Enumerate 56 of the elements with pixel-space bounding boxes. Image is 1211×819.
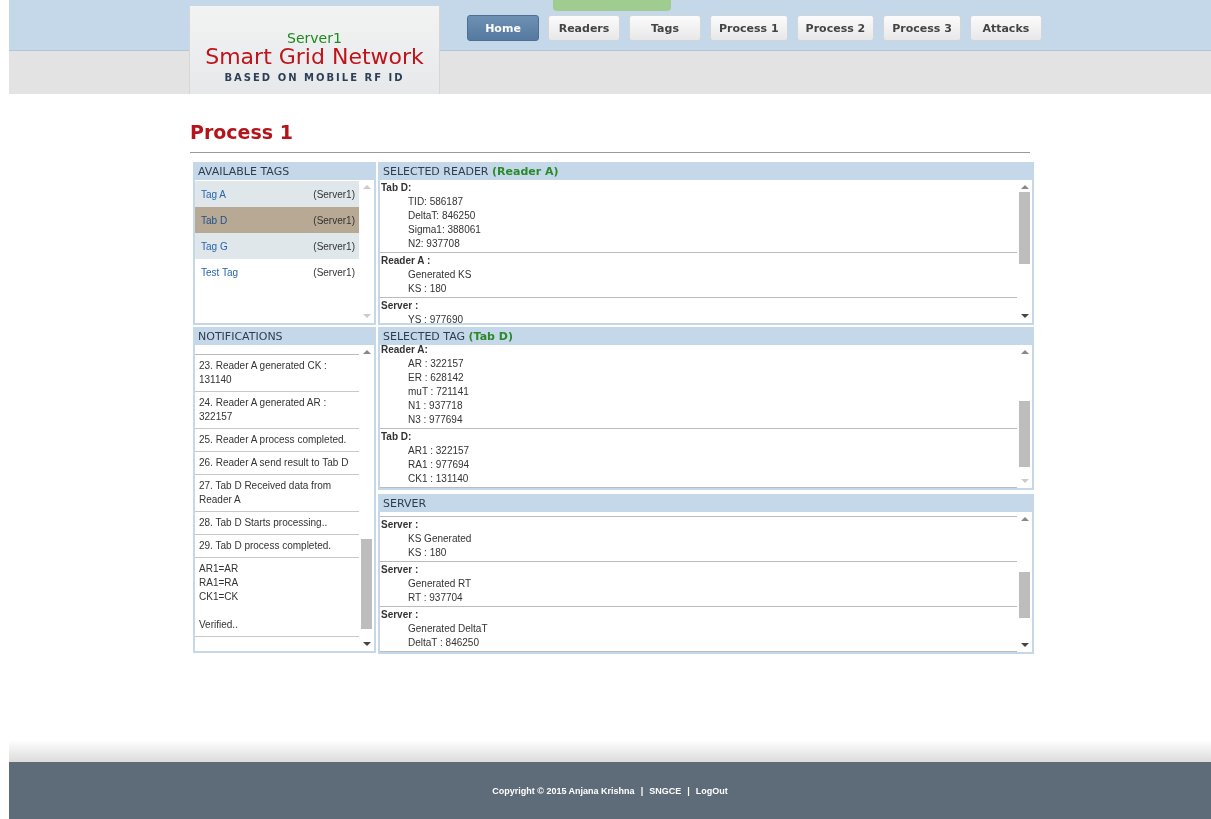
site-subtitle: BASED ON MOBILE RF ID <box>224 72 405 83</box>
value-line: N1 : 937718 <box>407 399 464 413</box>
panel-title: SELECTED TAG <box>383 330 466 343</box>
nav-tab[interactable]: Process 2 <box>796 15 875 41</box>
panel-title: NOTIFICATIONS <box>198 330 283 343</box>
value-line: YS : 977690 <box>407 313 465 323</box>
panel-title: SERVER <box>383 497 427 510</box>
nav-tab[interactable]: Tags <box>629 15 701 41</box>
nav-tab[interactable]: Process 3 <box>883 15 961 41</box>
value-line: Generated KS <box>407 268 473 282</box>
value-line: KS : 180 <box>407 282 448 296</box>
tag-list-item[interactable]: Tag A (Server1) <box>195 181 359 207</box>
site-title: Smart Grid Network <box>205 45 424 69</box>
page-title: Process 1 <box>190 122 294 142</box>
group-heading: Server : <box>381 608 420 622</box>
tag-list-item[interactable]: Test Tag (Server1) <box>195 259 359 285</box>
value-line: ER : 628142 <box>407 371 465 385</box>
value-line: Sigma1: 388061 <box>407 223 482 237</box>
copyright-text: Copyright © 2015 Anjana Krishna <box>492 785 635 796</box>
value-line: CK1 : 131140 <box>407 472 470 486</box>
value-line: Generated RT <box>407 577 473 591</box>
panel-title-selection: (Tab D) <box>468 330 513 343</box>
tag-list-item[interactable]: Tab D (Server1) <box>195 207 359 233</box>
value-line: Generated DeltaT <box>407 622 489 636</box>
value-line: N2: 937708 <box>407 237 461 251</box>
org-link[interactable]: SNGCE <box>649 785 682 796</box>
value-line: KS Generated <box>407 532 473 546</box>
nav-tab[interactable]: Process 1 <box>710 15 788 41</box>
nav-tab[interactable]: Readers <box>548 15 620 41</box>
separator: | <box>687 785 690 796</box>
value-line: N3 : 977694 <box>407 413 464 427</box>
group-heading: Server : <box>381 518 420 532</box>
tag-list-item[interactable]: Tag G (Server1) <box>195 233 359 259</box>
group-heading: Tab D: <box>381 181 413 195</box>
value-line: AR1 : 322157 <box>407 444 471 458</box>
value-line: DeltaT: 846250 <box>407 209 477 223</box>
nav-tab[interactable]: Home <box>467 15 539 41</box>
panel-title: SELECTED READER <box>383 165 489 178</box>
group-heading: Reader A : <box>381 254 432 268</box>
value-line: TID: 586187 <box>407 195 465 209</box>
value-line: RA1 : 977694 <box>407 458 471 472</box>
logout-link[interactable]: LogOut <box>695 785 728 796</box>
value-line: KS : 180 <box>407 546 448 560</box>
group-heading: Tab D: <box>381 430 413 444</box>
value-line: DeltaT : 846250 <box>407 636 480 650</box>
group-heading: Reader A: <box>381 343 429 357</box>
group-heading: Server : <box>381 563 420 577</box>
value-line: muT : 721141 <box>407 385 470 399</box>
separator: | <box>640 785 644 796</box>
nav-tab[interactable]: Attacks <box>969 15 1042 41</box>
value-line: RT : 937704 <box>407 591 464 605</box>
panel-title-selection: (Reader A) <box>492 165 559 178</box>
value-line: AR : 322157 <box>407 357 465 371</box>
server-name: Server1 <box>287 31 342 45</box>
panel-title: AVAILABLE TAGS <box>198 165 290 178</box>
group-heading: Server : <box>381 299 420 313</box>
